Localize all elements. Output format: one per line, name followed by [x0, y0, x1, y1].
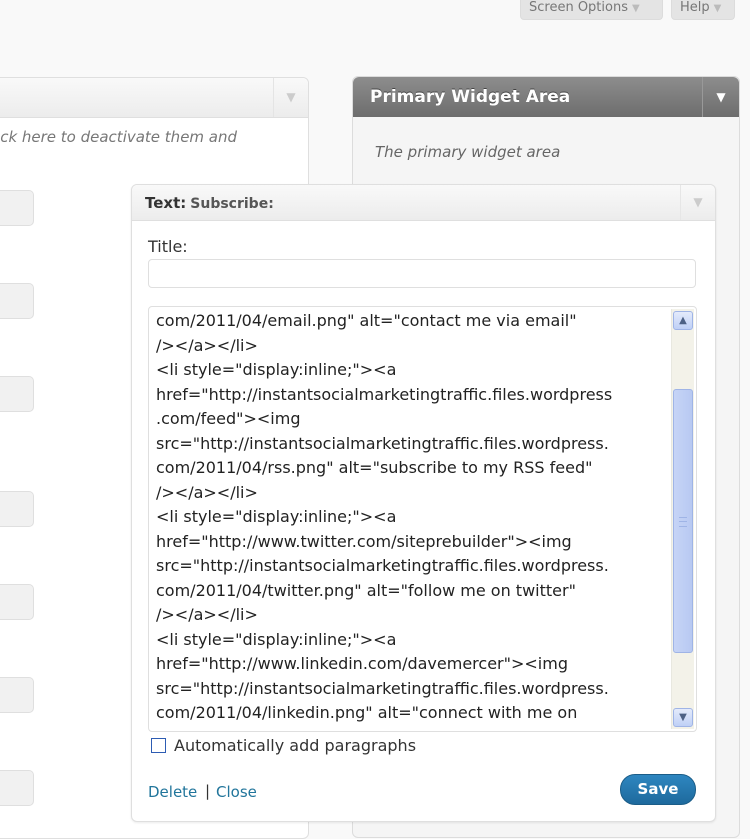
widget-header[interactable]: Text: Subscribe: ▼	[132, 185, 715, 221]
text-line: href="http://www.linkedin.com/davemercer…	[156, 654, 568, 673]
chevron-down-icon: ▼	[632, 3, 640, 14]
widget-subtitle: Subscribe:	[190, 196, 274, 212]
text-line: /></a></li>	[156, 605, 258, 624]
chevron-down-icon[interactable]: ▼	[680, 185, 715, 220]
help-label: Help	[680, 0, 710, 15]
auto-paragraphs-label: Automatically add paragraphs	[174, 736, 417, 755]
chevron-down-icon: ▼	[713, 3, 722, 14]
available-widget-item[interactable]	[0, 770, 34, 806]
text-line: com/2011/04/linkedin.png" alt="connect w…	[156, 703, 578, 722]
sidebar-description: The primary widget area	[375, 143, 561, 161]
text-line: <li style="display:inline;"><a	[156, 360, 397, 379]
text-line: <li style="display:inline;"><a	[156, 629, 397, 649]
text-widget: Text: Subscribe: ▼ Title: com/2011/04/ema…	[131, 184, 716, 822]
title-input[interactable]	[148, 259, 696, 288]
available-widget-item[interactable]	[0, 283, 34, 319]
widget-text-area[interactable]: com/2011/04/email.png" alt="contact me v…	[148, 306, 697, 732]
auto-paragraphs-checkbox[interactable]	[151, 738, 166, 753]
available-widget-item[interactable]	[0, 677, 34, 713]
link-separator: |	[205, 782, 211, 800]
available-widgets-description: ack here to deactivate them and	[0, 128, 238, 146]
scroll-thumb[interactable]	[673, 389, 693, 653]
available-widgets-header: ▼	[0, 78, 308, 118]
scroll-up-icon[interactable]: ▲	[673, 311, 693, 330]
widget-type: Text:	[145, 194, 187, 212]
scroll-down-icon[interactable]: ▼	[673, 708, 693, 727]
widget-title: Text: Subscribe:	[145, 194, 274, 212]
text-line: com/2011/04/twitter.png" alt="follow me …	[156, 580, 576, 600]
available-widget-item[interactable]	[0, 491, 34, 527]
text-line: /></a></li>	[156, 482, 258, 502]
text-line: <li style="display:inline;"><a	[156, 507, 397, 526]
sidebar-title: Primary Widget Area	[370, 87, 571, 107]
text-line: href="http://www.twitter.com/siteprebuil…	[156, 531, 572, 551]
vertical-scrollbar[interactable]: ▲ ▼	[671, 309, 694, 729]
collapse-toggle[interactable]: ▼	[273, 78, 308, 117]
chevron-down-icon[interactable]: ▼	[702, 77, 739, 117]
grip-icon	[679, 517, 687, 527]
text-line: com/2011/04/email.png" alt="contact me v…	[156, 311, 577, 330]
available-widget-item[interactable]	[0, 584, 34, 620]
delete-link[interactable]: Delete	[148, 783, 197, 801]
help-tab[interactable]: Help ▼	[671, 0, 735, 20]
primary-widget-area-header[interactable]: Primary Widget Area ▼	[353, 77, 739, 117]
text-line: href="http://instantsocialmarketingtraff…	[156, 384, 613, 404]
text-line: src="http://instantsocialmarketingtraffi…	[156, 556, 609, 575]
text-line: src="http://instantsocialmarketingtraffi…	[156, 433, 609, 453]
text-line: src="http://instantsocialmarketingtraffi…	[156, 678, 609, 698]
screen-options-tab[interactable]: Screen Options ▼	[520, 0, 663, 20]
screen-options-label: Screen Options	[529, 0, 628, 15]
save-button[interactable]: Save	[620, 774, 696, 805]
available-widget-item[interactable]	[0, 190, 34, 226]
text-line: com/2011/04/rss.png" alt="subscribe to m…	[156, 458, 593, 477]
text-line: /></a></li>	[156, 335, 258, 355]
text-line: .com/feed"><img	[156, 409, 301, 428]
close-link[interactable]: Close	[216, 783, 257, 801]
text-area-content: com/2011/04/email.png" alt="contact me v…	[156, 309, 668, 726]
title-label: Title:	[148, 237, 188, 256]
available-widget-item[interactable]	[0, 376, 34, 412]
